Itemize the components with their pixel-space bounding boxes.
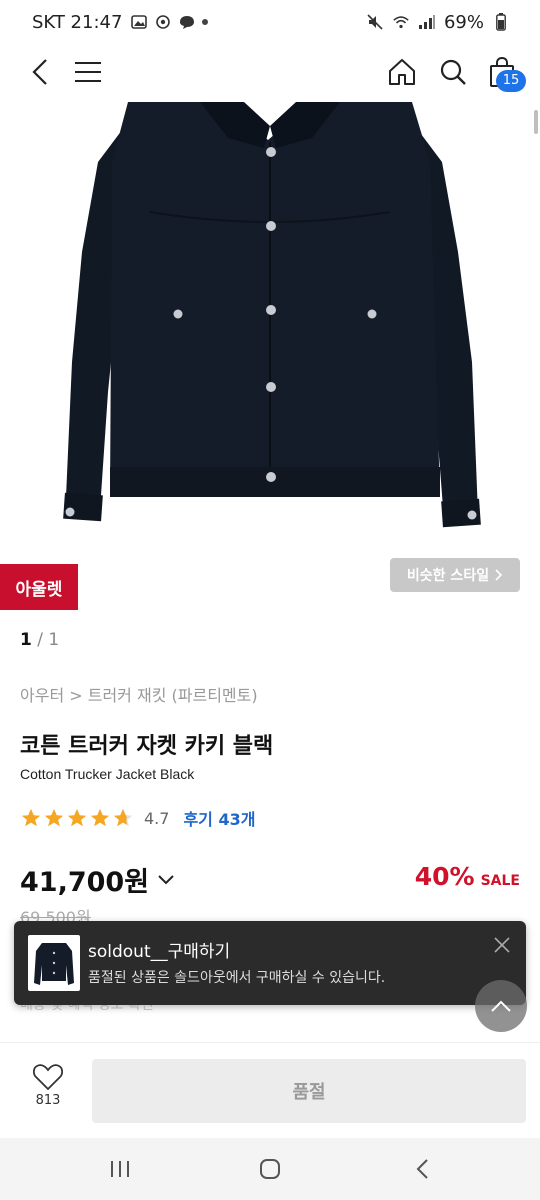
- price-dropdown[interactable]: 41,700원: [20, 860, 175, 899]
- chat-icon: [178, 13, 196, 31]
- system-back-button[interactable]: [406, 1156, 438, 1182]
- discount-percent: 40%: [414, 862, 475, 891]
- product-title: 코튼 트러커 자켓 카키 블랙: [20, 734, 274, 759]
- system-nav-bar: [0, 1138, 540, 1200]
- star-icon: [90, 808, 110, 827]
- more-notifications-icon: [202, 19, 209, 25]
- hamburger-icon: [75, 62, 101, 82]
- soldout-toast[interactable]: soldout__구매하기 품절된 상품은 솔드아웃에서 구매하실 수 있습니다…: [14, 921, 526, 1005]
- toast-title[interactable]: soldout__구매하기: [88, 937, 230, 962]
- star-icon: [21, 808, 41, 827]
- back-button[interactable]: [22, 54, 58, 90]
- jacket-image: [63, 102, 481, 528]
- discount-info: 40% SALE: [415, 862, 520, 891]
- sync-icon: [154, 13, 172, 31]
- system-home-button[interactable]: [254, 1156, 286, 1182]
- bottom-action-bar: 813 품절: [0, 1042, 540, 1138]
- image-page-counter: 1 / 1: [20, 630, 59, 650]
- system-back-icon: [416, 1159, 428, 1179]
- like-button[interactable]: 813: [22, 1063, 74, 1108]
- current-price: 41,700원: [20, 867, 150, 898]
- sale-label: SALE: [480, 873, 520, 889]
- product-title-english: Cotton Trucker Jacket Black: [20, 766, 195, 782]
- home-icon: [389, 59, 415, 85]
- similar-style-button[interactable]: 비슷한 스타일: [390, 558, 520, 592]
- menu-button[interactable]: [70, 54, 106, 90]
- star-half-icon: [113, 808, 133, 827]
- home-button[interactable]: [384, 54, 420, 90]
- similar-style-label: 비슷한 스타일: [406, 568, 490, 584]
- signal-icon: [418, 13, 436, 31]
- rating-row: 4.7 후기 43개: [20, 806, 255, 830]
- chevron-down-icon: [158, 874, 174, 884]
- mute-icon: [366, 13, 384, 31]
- outlet-badge: 아울렛: [0, 564, 78, 610]
- chevron-right-icon: [495, 569, 503, 581]
- heart-icon: [33, 1064, 63, 1091]
- review-link[interactable]: 후기 43개: [183, 806, 255, 830]
- page-total: / 1: [31, 630, 60, 650]
- toast-close-button[interactable]: [490, 933, 514, 957]
- toast-thumbnail: [28, 935, 80, 991]
- like-count: 813: [35, 1093, 61, 1108]
- status-bar: SKT 21:47 69%: [0, 0, 540, 44]
- search-button[interactable]: [435, 54, 471, 90]
- breadcrumb[interactable]: 아우터 > 트러커 재킷 (파르티멘토): [20, 682, 258, 706]
- recent-apps-icon: [111, 1161, 129, 1177]
- search-icon: [440, 59, 466, 85]
- rating-stars: [20, 807, 134, 829]
- scrollbar[interactable]: [534, 110, 538, 134]
- battery-icon: [492, 13, 510, 31]
- star-icon: [44, 808, 64, 827]
- battery-percent: 69%: [443, 11, 484, 33]
- rating-value: 4.7: [144, 808, 170, 828]
- toast-message: 품절된 상품은 솔드아웃에서 구매하실 수 있습니다.: [88, 970, 386, 986]
- product-image[interactable]: [0, 102, 540, 552]
- close-icon: [494, 937, 510, 953]
- page-current: 1: [20, 630, 32, 650]
- carrier-time: SKT 21:47: [32, 11, 123, 33]
- star-icon: [67, 808, 87, 827]
- wifi-icon: [392, 13, 410, 31]
- scroll-to-top-button[interactable]: [475, 980, 527, 1032]
- system-home-icon: [260, 1159, 280, 1179]
- chevron-left-icon: [32, 59, 47, 85]
- cart-count-badge: 15: [496, 70, 526, 92]
- gallery-icon: [130, 13, 148, 31]
- recent-apps-button[interactable]: [104, 1156, 136, 1182]
- soldout-button[interactable]: 품절: [92, 1059, 526, 1123]
- chevron-up-icon: [491, 1000, 511, 1012]
- top-nav: [0, 44, 540, 102]
